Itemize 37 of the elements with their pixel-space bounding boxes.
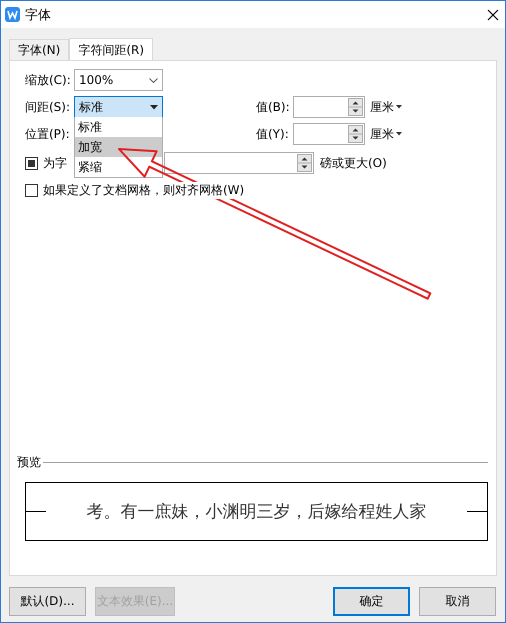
dropdown-option[interactable]: 加宽 [75, 137, 162, 157]
chevron-icon [149, 78, 158, 82]
button[interactable]: 默认(D)... [9, 587, 86, 616]
number-field[interactable] [293, 96, 365, 118]
checkbox[interactable] [25, 156, 38, 170]
field-label: 缩放(C): [25, 72, 72, 88]
field-label: 间距(S): [25, 98, 72, 116]
scale-dropdown[interactable]: 100% [74, 69, 163, 91]
caret-icon [396, 105, 402, 109]
checkbox[interactable] [25, 184, 38, 196]
caret-icon [150, 104, 158, 110]
dropdown-option[interactable]: 标准 [75, 117, 162, 137]
field-label: 值(Y): [256, 126, 290, 142]
button[interactable]: 确定 [333, 587, 410, 616]
checkbox-label: 为字 [43, 154, 67, 172]
field-label: 磅或更大(O) [320, 154, 387, 172]
caret-icon [396, 132, 402, 136]
app-icon [5, 7, 20, 22]
preview-text: 考。有一庶妹，小渊明三岁，后嫁给程姓人家 [86, 501, 426, 523]
section-label: 预览 [17, 454, 41, 471]
button[interactable]: 取消 [419, 587, 496, 616]
spacing-dropdown[interactable]: 标准 [74, 96, 163, 118]
number-field[interactable] [293, 123, 365, 145]
field-label: 值(B): [256, 98, 291, 116]
unit-dropdown[interactable]: 厘米 [370, 98, 394, 116]
spinner-icon[interactable] [297, 154, 312, 172]
field-label: 位置(P): [25, 126, 71, 142]
unit-dropdown[interactable]: 厘米 [370, 126, 394, 142]
number-field[interactable] [164, 152, 314, 174]
close-icon[interactable] [487, 8, 499, 20]
tab[interactable]: 字符间距(R) [69, 38, 154, 61]
dropdown-option[interactable]: 紧缩 [75, 157, 162, 177]
spinner-icon[interactable] [348, 125, 363, 143]
tab[interactable]: 字体(N) [9, 39, 70, 60]
window-title: 字体 [25, 6, 52, 24]
checkbox-label: 如果定义了文档网格，则对齐网格(W) [43, 182, 244, 198]
spinner-icon[interactable] [348, 98, 363, 116]
